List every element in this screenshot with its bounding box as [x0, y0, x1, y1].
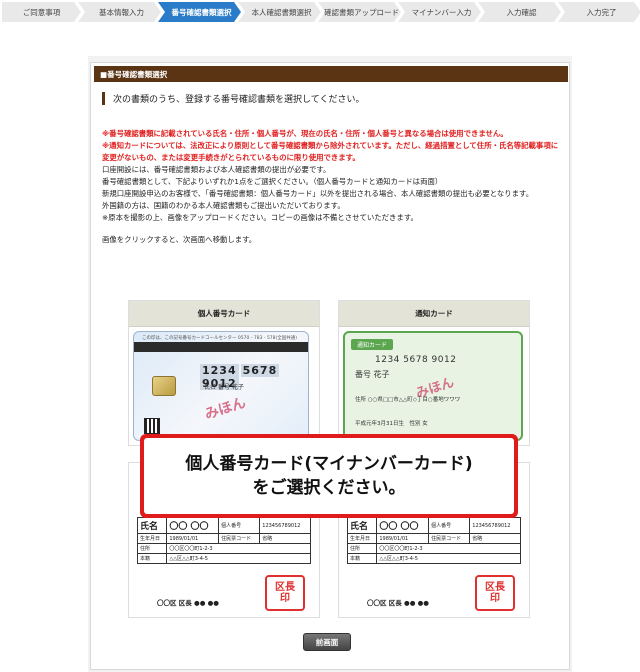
cert-name-value: 〇〇 〇〇	[166, 517, 220, 534]
step-mynumber-input: マイナンバー入力	[398, 2, 481, 22]
cert-birth-value: 1989/01/01	[376, 533, 430, 544]
cert-number-value: 123456789012	[259, 517, 311, 534]
card-magnetic-stripe	[134, 342, 308, 352]
step-document-upload: 確認書類アップロード	[318, 2, 401, 22]
certificate-table: 氏名 〇〇 〇〇 個人番号 123456789012 生年月日 1989/01/…	[346, 517, 521, 564]
lead-instruction: 次の書類のうち、登録する番号確認書類を選択してください。	[102, 92, 364, 105]
step-basic-info: 基本情報入力	[78, 2, 161, 22]
seal-text-top: 区長	[485, 582, 505, 593]
official-seal: 区長 印	[265, 575, 305, 611]
cert-domicile-label: 本籍	[136, 553, 168, 564]
card-birth-sex: 平成元年3月31日生 性別 女	[355, 419, 428, 427]
card-address: 住所 ○○県□□市△△町◇丁目○番地ワワワ	[355, 397, 461, 403]
progress-steps: ご同意事項 基本情報入力 番号確認書類選択 本人確認書類選択 確認書類アップロー…	[2, 2, 638, 22]
cert-name-label: 氏名	[136, 517, 168, 534]
note-foreign-nationals: 外国籍の方は、国籍のわかる本人確認書類もご提出いただいております。	[102, 201, 345, 210]
warning-notification-card: ※通知カードについては、法改正により原則として番号確認書類から除外されています。…	[102, 141, 559, 162]
card-birthdate: 平成元年3月31日生	[355, 421, 404, 427]
card-holder-name: 氏名 番号 花子	[204, 384, 244, 391]
card-sex: 性別 女	[409, 421, 428, 427]
tile-notification-card-label: 通知カード	[339, 301, 529, 327]
cert-birth-label: 生年月日	[346, 533, 378, 544]
guidance-callout-body: 個人番号カード(マイナンバーカード) をご選択ください。	[144, 438, 514, 514]
callout-line-1: 個人番号カード(マイナンバーカード)	[185, 454, 473, 474]
card-number-group: 5678	[240, 364, 280, 377]
step-consent: ご同意事項	[2, 2, 81, 22]
cert-birth-label: 生年月日	[136, 533, 168, 544]
certificate-table: 氏名 〇〇 〇〇 個人番号 123456789012 生年月日 1989/01/…	[136, 517, 311, 564]
cert-code-value: 省略	[259, 533, 311, 544]
cert-address-value: 〇〇区〇〇町1-2-3	[376, 543, 521, 554]
section-title: ■番号確認書類選択	[94, 66, 568, 82]
cert-address-label: 住所	[346, 543, 378, 554]
cert-issuer: 〇〇区 区長 ●● ●●	[157, 599, 219, 607]
note-requirement: 口座開設には、番号確認書類および本人確認書類の提出が必要です。	[102, 165, 331, 174]
previous-screen-button[interactable]: 前画面	[303, 633, 351, 651]
cert-number-label: 個人番号	[218, 517, 261, 534]
tile-mynumber-card[interactable]: 個人番号カード この印は、この記号番号カードコールセンター 0570 - 783…	[128, 300, 320, 446]
ic-chip-icon	[152, 376, 176, 396]
notification-card-image[interactable]: 通知カード 1234 5678 9012 番号 花子 みほん 住所 ○○県□□市…	[339, 327, 529, 445]
cert-number-value: 123456789012	[469, 517, 521, 534]
cert-domicile-value: △△区△△町3-4-5	[166, 553, 311, 564]
step-number-document-select: 番号確認書類選択	[158, 2, 241, 22]
mynumber-card-image[interactable]: この印は、この記号番号カードコールセンター 0570 - 783 - 578(全…	[129, 327, 319, 445]
card-holder-name: 番号 花子	[355, 370, 390, 379]
note-new-account: 新規口座開設申込のお客様で、「番号確認書類：個人番号カード」以外を提出される場合…	[102, 189, 534, 198]
cert-birth-value: 1989/01/01	[166, 533, 220, 544]
lead-text: 次の書類のうち、登録する番号確認書類を選択してください。	[113, 95, 365, 105]
guidance-callout: 個人番号カード(マイナンバーカード) をご選択ください。	[140, 434, 518, 518]
cert-address-value: 〇〇区〇〇町1-2-3	[166, 543, 311, 554]
step-complete: 入力完了	[558, 2, 640, 22]
card-number-group: 1234	[200, 364, 239, 377]
note-click-image: 画像をクリックすると、次画面へ移動します。	[102, 235, 257, 244]
card-top-text: この印は、この記号番号カードコールセンター 0570 - 783 - 578(全…	[142, 336, 298, 341]
cert-name-value: 〇〇 〇〇	[376, 517, 430, 534]
step-identity-document-select: 本人確認書類選択	[238, 2, 321, 22]
cert-address-label: 住所	[136, 543, 168, 554]
sample-watermark: みほん	[202, 394, 248, 424]
notification-card-illustration: 通知カード 1234 5678 9012 番号 花子 みほん 住所 ○○県□□市…	[343, 331, 523, 441]
warning-name-address: ※番号確認書類に記載されている氏名・住所・個人番号が、現在の氏名・住所・個人番号…	[102, 129, 508, 138]
official-seal: 区長 印	[475, 575, 515, 611]
cert-code-value: 省略	[469, 533, 521, 544]
notes-block: ※番号確認書類に記載されている氏名・住所・個人番号が、現在の氏名・住所・個人番号…	[102, 128, 564, 246]
note-original-photo: ※原本を撮影の上、画像をアップロードください。コピーの画像は不備とさせていただき…	[102, 213, 418, 222]
qr-code-icon	[144, 418, 160, 434]
cert-number-label: 個人番号	[428, 517, 471, 534]
mynumber-card-illustration: この印は、この記号番号カードコールセンター 0570 - 783 - 578(全…	[133, 331, 309, 441]
cert-domicile-value: △△区△△町3-4-5	[376, 553, 521, 564]
seal-text-bottom: 印	[280, 593, 290, 604]
cert-domicile-label: 本籍	[346, 553, 378, 564]
cert-code-label: 住民票コード	[428, 533, 471, 544]
note-select-one: 番号確認書類として、下記よりいずれか1点をご選択ください。（個人番号カードと通知…	[102, 177, 443, 186]
tile-notification-card[interactable]: 通知カード 通知カード 1234 5678 9012 番号 花子 みほん 住所 …	[338, 300, 530, 446]
seal-text-top: 区長	[275, 582, 295, 593]
lead-bar	[102, 92, 105, 105]
callout-line-2: をご選択ください。	[252, 478, 406, 498]
tile-mynumber-card-label: 個人番号カード	[129, 301, 319, 327]
seal-text-bottom: 印	[490, 593, 500, 604]
cert-name-label: 氏名	[346, 517, 378, 534]
cert-issuer: 〇〇区 区長 ●● ●●	[367, 599, 429, 607]
cert-code-label: 住民票コード	[218, 533, 261, 544]
card-number: 1234 5678 9012	[375, 355, 457, 365]
card-title-tab: 通知カード	[351, 339, 394, 350]
step-confirm: 入力確認	[478, 2, 561, 22]
